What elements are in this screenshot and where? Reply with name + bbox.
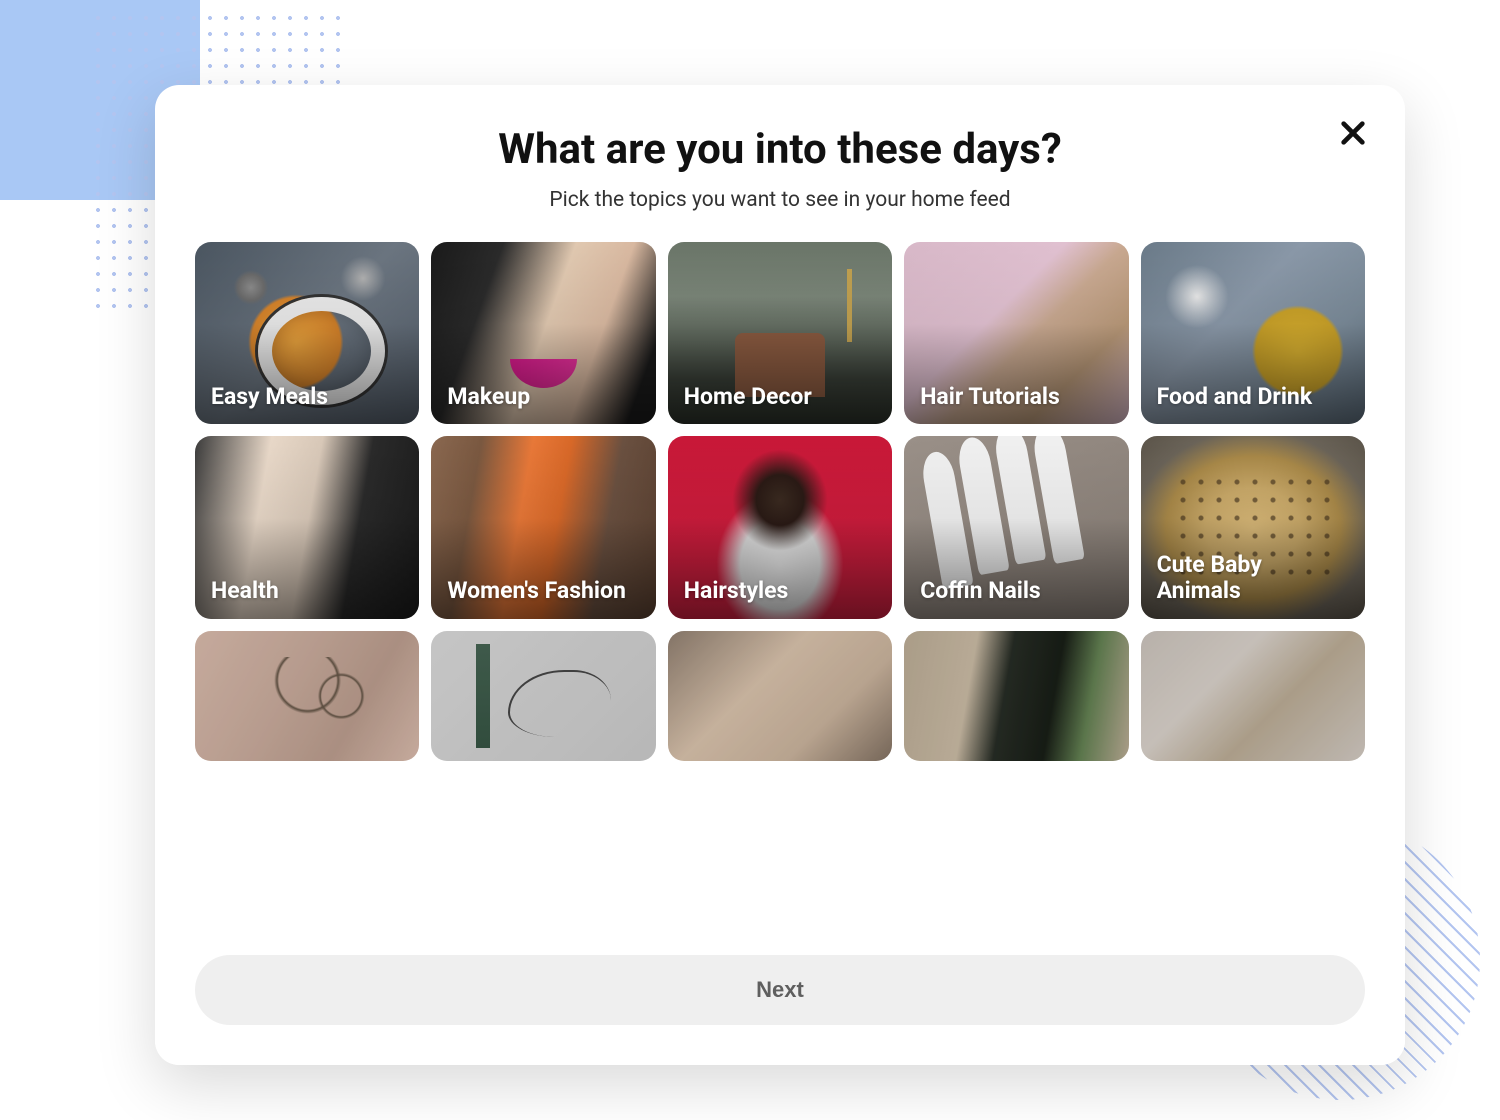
- topic-tile-partial-5[interactable]: [1141, 631, 1365, 761]
- tile-overlay: [431, 631, 655, 761]
- next-button[interactable]: Next: [195, 955, 1365, 1025]
- topic-tile-home-decor[interactable]: Home Decor: [668, 242, 892, 424]
- topic-picker-modal: What are you into these days? Pick the t…: [155, 85, 1405, 1065]
- close-icon: [1337, 117, 1369, 149]
- topic-label: Hair Tutorials: [904, 370, 1076, 424]
- topic-label: Women's Fashion: [431, 564, 641, 618]
- modal-footer: Next: [155, 925, 1405, 1065]
- topic-label: Home Decor: [668, 370, 828, 424]
- topic-tile-easy-meals[interactable]: Easy Meals: [195, 242, 419, 424]
- topic-label: Cute Baby Animals: [1141, 538, 1365, 619]
- topic-tile-partial-3[interactable]: [668, 631, 892, 761]
- topic-tile-food-and-drink[interactable]: Food and Drink: [1141, 242, 1365, 424]
- topic-tile-cute-baby-animals[interactable]: Cute Baby Animals: [1141, 436, 1365, 618]
- topic-tile-hairstyles[interactable]: Hairstyles: [668, 436, 892, 618]
- topic-tile-health[interactable]: Health: [195, 436, 419, 618]
- topic-label: Food and Drink: [1141, 370, 1329, 424]
- tile-overlay: [195, 631, 419, 761]
- tile-overlay: [1141, 631, 1365, 761]
- tile-overlay: [668, 631, 892, 761]
- close-button[interactable]: [1337, 117, 1369, 149]
- topic-label: Coffin Nails: [904, 564, 1057, 618]
- topic-tile-partial-1[interactable]: [195, 631, 419, 761]
- topic-tile-coffin-nails[interactable]: Coffin Nails: [904, 436, 1128, 618]
- topics-grid: Easy Meals Makeup Home Decor Hair Tutori…: [195, 242, 1365, 761]
- topic-tile-makeup[interactable]: Makeup: [431, 242, 655, 424]
- topic-label: Health: [195, 564, 295, 618]
- topic-label: Hairstyles: [668, 564, 805, 618]
- tile-overlay: [904, 631, 1128, 761]
- topics-grid-container: Easy Meals Makeup Home Decor Hair Tutori…: [155, 242, 1405, 925]
- topic-tile-partial-2[interactable]: [431, 631, 655, 761]
- topic-tile-partial-4[interactable]: [904, 631, 1128, 761]
- topic-label: Easy Meals: [195, 370, 344, 424]
- topic-tile-womens-fashion[interactable]: Women's Fashion: [431, 436, 655, 618]
- topic-label: Makeup: [431, 370, 546, 424]
- modal-title: What are you into these days?: [195, 125, 1365, 174]
- modal-header: What are you into these days? Pick the t…: [155, 85, 1405, 242]
- modal-subtitle: Pick the topics you want to see in your …: [195, 188, 1365, 212]
- topic-tile-hair-tutorials[interactable]: Hair Tutorials: [904, 242, 1128, 424]
